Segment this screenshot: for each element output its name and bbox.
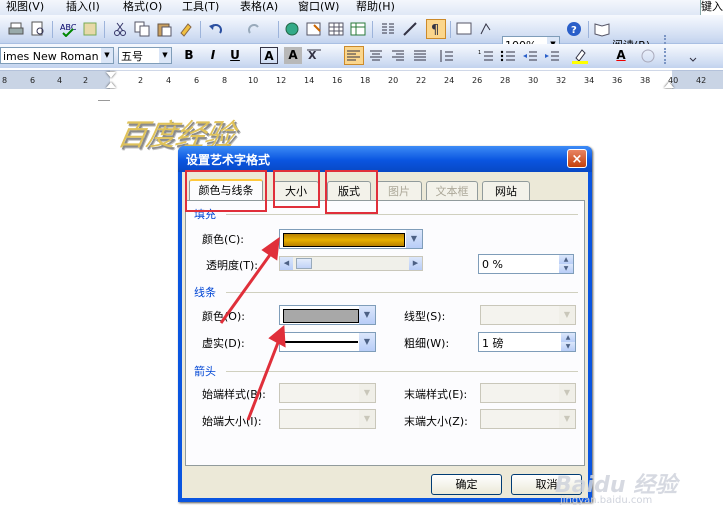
arrowhead — [268, 324, 286, 348]
arrowhead — [261, 236, 280, 261]
arrow-to-fill-color — [219, 251, 274, 324]
watermark-url: jingyan.baidu.com — [560, 495, 653, 506]
annotation-arrows — [219, 236, 286, 421]
arrow-to-line-color — [246, 339, 281, 421]
